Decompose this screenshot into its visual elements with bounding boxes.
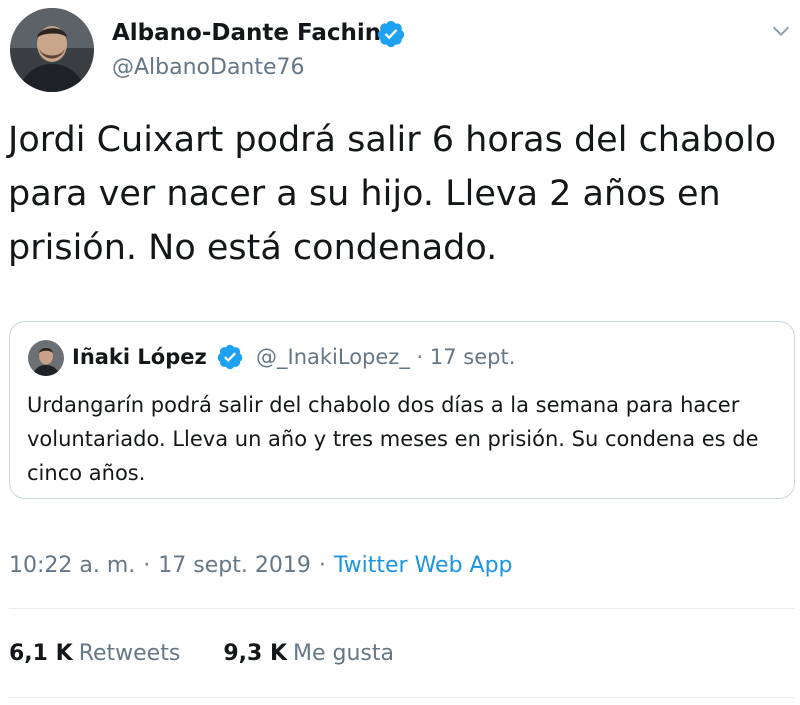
quoted-author-name: Iñaki López <box>72 345 207 369</box>
quoted-meta: @_InakiLopez_ · 17 sept. <box>256 342 515 372</box>
meta-separator: · <box>143 553 151 578</box>
tweet-time[interactable]: 10:22 a. m. <box>9 553 135 578</box>
tweet-meta: 10:22 a. m. · 17 sept. 2019 · Twitter Web Ap… <box>9 549 513 583</box>
quoted-tweet[interactable]: Iñaki López @_InakiLopez_ · 17 sept. Urd… <box>9 321 795 499</box>
retweets-label: Retweets <box>78 641 181 666</box>
chevron-down-icon[interactable] <box>770 20 792 42</box>
quoted-author-avatar <box>28 340 64 376</box>
divider <box>9 608 795 609</box>
verified-badge-icon <box>217 344 243 370</box>
tweet-source-link[interactable]: Twitter Web App <box>334 553 513 578</box>
divider <box>9 697 795 698</box>
tweet-date[interactable]: 17 sept. 2019 <box>158 553 311 578</box>
tweet-text: Jordi Cuixart podrá salir 6 horas del ch… <box>8 120 777 268</box>
author-handle[interactable]: @AlbanoDante76 <box>112 53 305 83</box>
likes-stat[interactable]: 9,3 K Me gusta <box>223 637 394 671</box>
tweet-stats: 6,1 K Retweets 9,3 K Me gusta <box>9 637 430 671</box>
meta-separator: · <box>318 553 326 578</box>
verified-badge-icon <box>377 20 405 48</box>
likes-label: Me gusta <box>293 641 394 666</box>
quoted-separator: · <box>416 345 424 369</box>
author-avatar[interactable] <box>10 8 94 92</box>
quoted-date: 17 sept. <box>429 345 516 369</box>
quoted-tweet-text: Urdangarín podrá salir del chabolo dos d… <box>27 393 759 485</box>
retweets-stat[interactable]: 6,1 K Retweets <box>9 637 180 671</box>
author-name[interactable]: Albano-Dante Fachin <box>112 17 381 49</box>
quoted-author-handle: @_InakiLopez_ <box>256 345 410 369</box>
retweets-count: 6,1 K <box>9 641 73 666</box>
likes-count: 9,3 K <box>223 641 287 666</box>
